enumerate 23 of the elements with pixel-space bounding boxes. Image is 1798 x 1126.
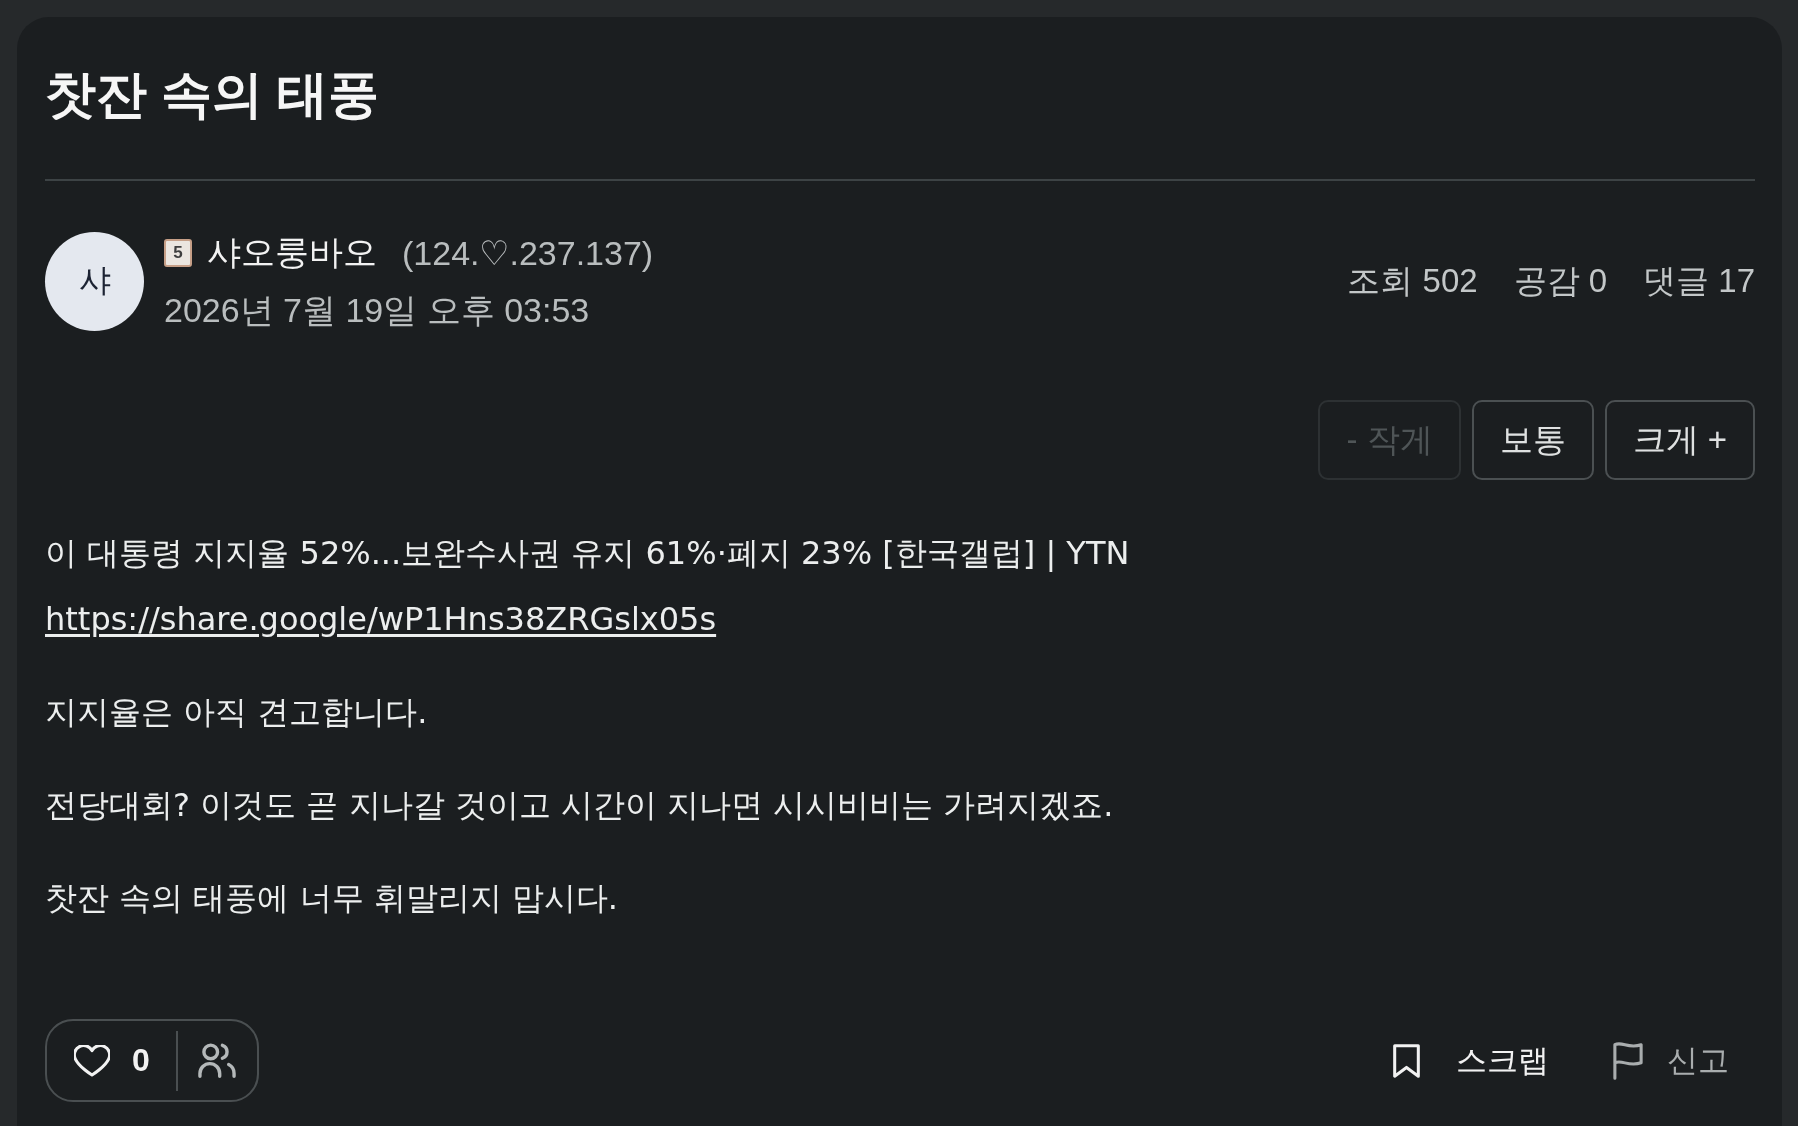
- avatar: 샤: [45, 231, 144, 331]
- report-button[interactable]: 신고: [1613, 1039, 1729, 1082]
- post-text: 지지율은 아직 견고합니다.: [45, 692, 429, 733]
- flag-icon: [1613, 1041, 1643, 1080]
- people-icon[interactable]: [197, 1043, 236, 1078]
- like-button[interactable]: 0: [74, 1042, 150, 1079]
- bookmark-icon: [1393, 1043, 1420, 1078]
- level-badge: 5: [164, 239, 192, 267]
- font-size-button[interactable]: 크게 +: [1604, 400, 1755, 480]
- heart-icon: [74, 1044, 110, 1077]
- author-name[interactable]: 샤오룽바오: [207, 230, 377, 276]
- post-text: 전당대회? 이것도 곧 지나갈 것이고 시간이 지나면 시시비비는 가려지겠죠.: [45, 785, 1115, 826]
- post-text: 이 대통령 지지율 52%...보완수사권 유지 61%·폐지 23% [한국갤럽] | YTN https://share.google/wP1Hns38ZRGslx05s: [45, 533, 1131, 640]
- post-title: 찻잔 속의 태풍: [45, 65, 380, 125]
- news-link[interactable]: https://share.google/wP1Hns38ZRGslx05s: [45, 600, 717, 638]
- post-date: 2026년 7월 19일 오후 03:53: [164, 290, 591, 331]
- font-size-button[interactable]: 보통: [1471, 400, 1594, 480]
- post-stat: 조회 502: [1347, 260, 1478, 301]
- post-text: 찻잔 속의 태풍에 너무 휘말리지 맙시다.: [45, 878, 620, 919]
- post-stat: 공감 0: [1513, 260, 1608, 301]
- ip-address: (124.♡.237.137): [402, 233, 654, 273]
- post-stat: 댓글 17: [1643, 260, 1755, 301]
- scrap-button[interactable]: 스크랩: [1393, 1039, 1549, 1082]
